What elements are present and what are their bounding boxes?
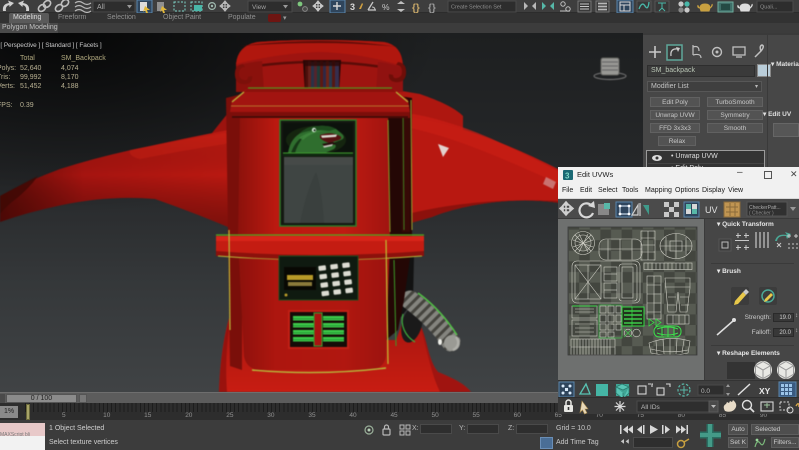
svg-text:All IDs: All IDs (641, 404, 661, 411)
svg-text:Create Selection Set: Create Selection Set (451, 5, 502, 11)
svg-text:{}: {} (428, 3, 436, 13)
svg-text:XY: XY (759, 386, 771, 396)
svg-text:3: 3 (565, 172, 570, 181)
svg-text:0.0: 0.0 (701, 388, 710, 395)
svg-text:View: View (252, 4, 266, 11)
svg-text:Quali...: Quali... (760, 5, 778, 11)
svg-text:All: All (97, 4, 105, 11)
svg-text:%: % (382, 2, 390, 12)
svg-text:3: 3 (350, 2, 355, 12)
svg-text:UV: UV (705, 205, 718, 215)
svg-text:( Checker ): ( Checker ) (749, 211, 774, 217)
svg-text:{}: {} (412, 3, 420, 13)
